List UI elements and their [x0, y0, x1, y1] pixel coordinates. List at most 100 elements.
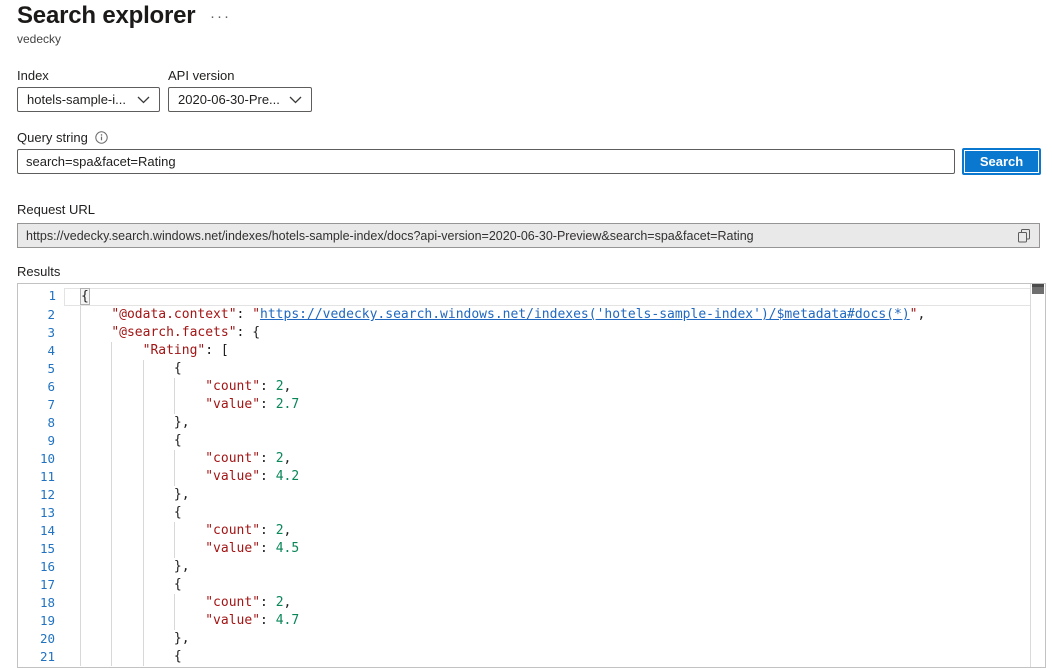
search-button[interactable]: Search [962, 148, 1041, 175]
indent-guide [80, 594, 81, 612]
code-line: 3 "@search.facets": { [64, 324, 1045, 342]
api-version-label: API version [168, 68, 234, 83]
indent-guide [143, 468, 144, 486]
indent-guide [143, 432, 144, 450]
query-string-label-row: Query string [17, 130, 108, 145]
code-line-text: "count": 2, [64, 594, 1045, 612]
scrollbar-thumb[interactable] [1032, 284, 1044, 294]
info-icon[interactable] [95, 131, 108, 144]
indent-guide [111, 522, 112, 540]
code-line-text: "@search.facets": { [64, 324, 1045, 342]
code-line-text: { [65, 289, 1044, 305]
line-number: 17 [18, 576, 55, 594]
indent-guide [111, 396, 112, 414]
indent-guide [80, 486, 81, 504]
indent-guide [143, 522, 144, 540]
results-label: Results [17, 264, 60, 279]
indent-guide [80, 540, 81, 558]
indent-guide [143, 378, 144, 396]
indent-guide [143, 576, 144, 594]
code-line-text: }, [64, 486, 1045, 504]
page-title: Search explorer [17, 0, 195, 32]
indent-guide [80, 432, 81, 450]
indent-guide [174, 612, 175, 630]
indent-guide [80, 306, 81, 324]
code-line: 12 }, [64, 486, 1045, 504]
indent-guide [174, 522, 175, 540]
indent-guide [143, 450, 144, 468]
search-explorer-page: Search explorer ··· vedecky Index API ve… [0, 0, 1052, 668]
indent-guide [174, 594, 175, 612]
code-line-text: }, [64, 414, 1045, 432]
indent-guide [111, 576, 112, 594]
copy-icon[interactable] [1013, 226, 1035, 245]
line-number: 18 [18, 594, 55, 612]
code-line-text: "value": 4.5 [64, 540, 1045, 558]
editor-vertical-scrollbar[interactable] [1030, 284, 1045, 667]
line-number: 12 [18, 486, 55, 504]
indent-guide [174, 378, 175, 396]
line-number: 8 [18, 414, 55, 432]
query-string-input[interactable] [17, 149, 955, 174]
indent-guide [174, 396, 175, 414]
code-line-text: { [64, 432, 1045, 450]
indent-guide [111, 468, 112, 486]
indent-guide [111, 594, 112, 612]
indent-guide [143, 648, 144, 666]
code-line: 14 "count": 2, [64, 522, 1045, 540]
chevron-down-icon [289, 96, 302, 104]
code-line-text: "count": 2, [64, 522, 1045, 540]
code-line: 5 { [64, 360, 1045, 378]
code-line-text: "value": 4.2 [64, 468, 1045, 486]
line-number: 21 [18, 648, 55, 666]
code-line: 19 "value": 4.7 [64, 612, 1045, 630]
line-number: 15 [18, 540, 55, 558]
code-line: 8 }, [64, 414, 1045, 432]
indent-guide [111, 360, 112, 378]
line-number: 5 [18, 360, 55, 378]
indent-guide [80, 360, 81, 378]
indent-guide [80, 630, 81, 648]
request-url-field[interactable]: https://vedecky.search.windows.net/index… [17, 223, 1040, 248]
indent-guide [111, 648, 112, 666]
indent-guide [143, 558, 144, 576]
code-line: 13 { [64, 504, 1045, 522]
code-line-text: "@odata.context": "https://vedecky.searc… [64, 306, 1045, 324]
chevron-down-icon [137, 96, 150, 104]
indent-guide [80, 378, 81, 396]
query-string-label: Query string [17, 130, 88, 145]
index-dropdown[interactable]: hotels-sample-i... [17, 87, 160, 112]
code-line-text: "count": 2, [64, 378, 1045, 396]
line-number: 2 [18, 306, 55, 324]
indent-guide [80, 612, 81, 630]
code-line-text: }, [64, 558, 1045, 576]
indent-guide [174, 540, 175, 558]
api-version-dropdown-value: 2020-06-30-Pre... [178, 92, 280, 107]
indent-guide [111, 342, 112, 360]
resource-name: vedecky [17, 32, 61, 46]
line-number: 4 [18, 342, 55, 360]
line-number: 13 [18, 504, 55, 522]
code-line: 10 "count": 2, [64, 450, 1045, 468]
indent-guide [111, 432, 112, 450]
indent-guide [174, 450, 175, 468]
context-menu-button[interactable]: ··· [206, 6, 235, 27]
line-number: 6 [18, 378, 55, 396]
request-url-value: https://vedecky.search.windows.net/index… [26, 229, 1013, 243]
code-line: 15 "value": 4.5 [64, 540, 1045, 558]
results-json-editor[interactable]: 1 {2 "@odata.context": "https://vedecky.s… [17, 283, 1046, 668]
line-number: 11 [18, 468, 55, 486]
line-number: 7 [18, 396, 55, 414]
code-line: 21 { [64, 648, 1045, 666]
code-line-text: "count": 2, [64, 450, 1045, 468]
indent-guide [80, 450, 81, 468]
line-number: 1 [19, 288, 56, 304]
code-line-text: "value": 2.7 [64, 396, 1045, 414]
indent-guide [143, 540, 144, 558]
api-version-dropdown[interactable]: 2020-06-30-Pre... [168, 87, 312, 112]
line-number: 3 [18, 324, 55, 342]
indent-guide [111, 630, 112, 648]
code-line-text: { [64, 504, 1045, 522]
code-line-text: }, [64, 630, 1045, 648]
code-line: 20 }, [64, 630, 1045, 648]
